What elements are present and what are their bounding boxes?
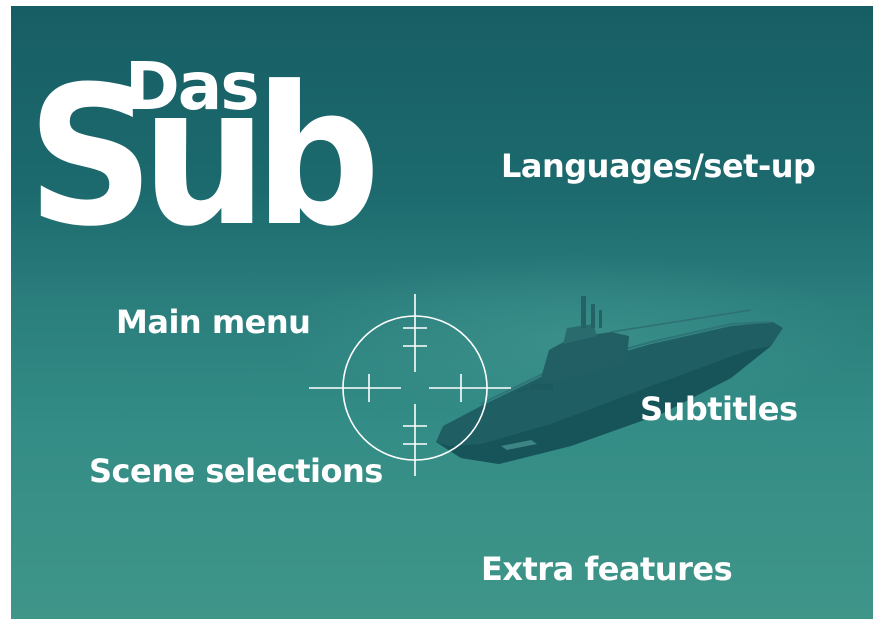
scene-selections-button[interactable]: Scene selections bbox=[89, 455, 383, 487]
main-menu-button[interactable]: Main menu bbox=[116, 306, 311, 338]
das-sub-logo: Sub Das bbox=[11, 6, 411, 266]
extra-features-button[interactable]: Extra features bbox=[481, 553, 733, 585]
subtitles-button[interactable]: Subtitles bbox=[640, 393, 798, 425]
languages-setup-button[interactable]: Languages/set-up bbox=[501, 150, 816, 182]
dvd-menu-screen: Sub Das Languages/set-up Main menu Subti… bbox=[11, 6, 873, 619]
logo-top-word: Das bbox=[125, 48, 260, 125]
